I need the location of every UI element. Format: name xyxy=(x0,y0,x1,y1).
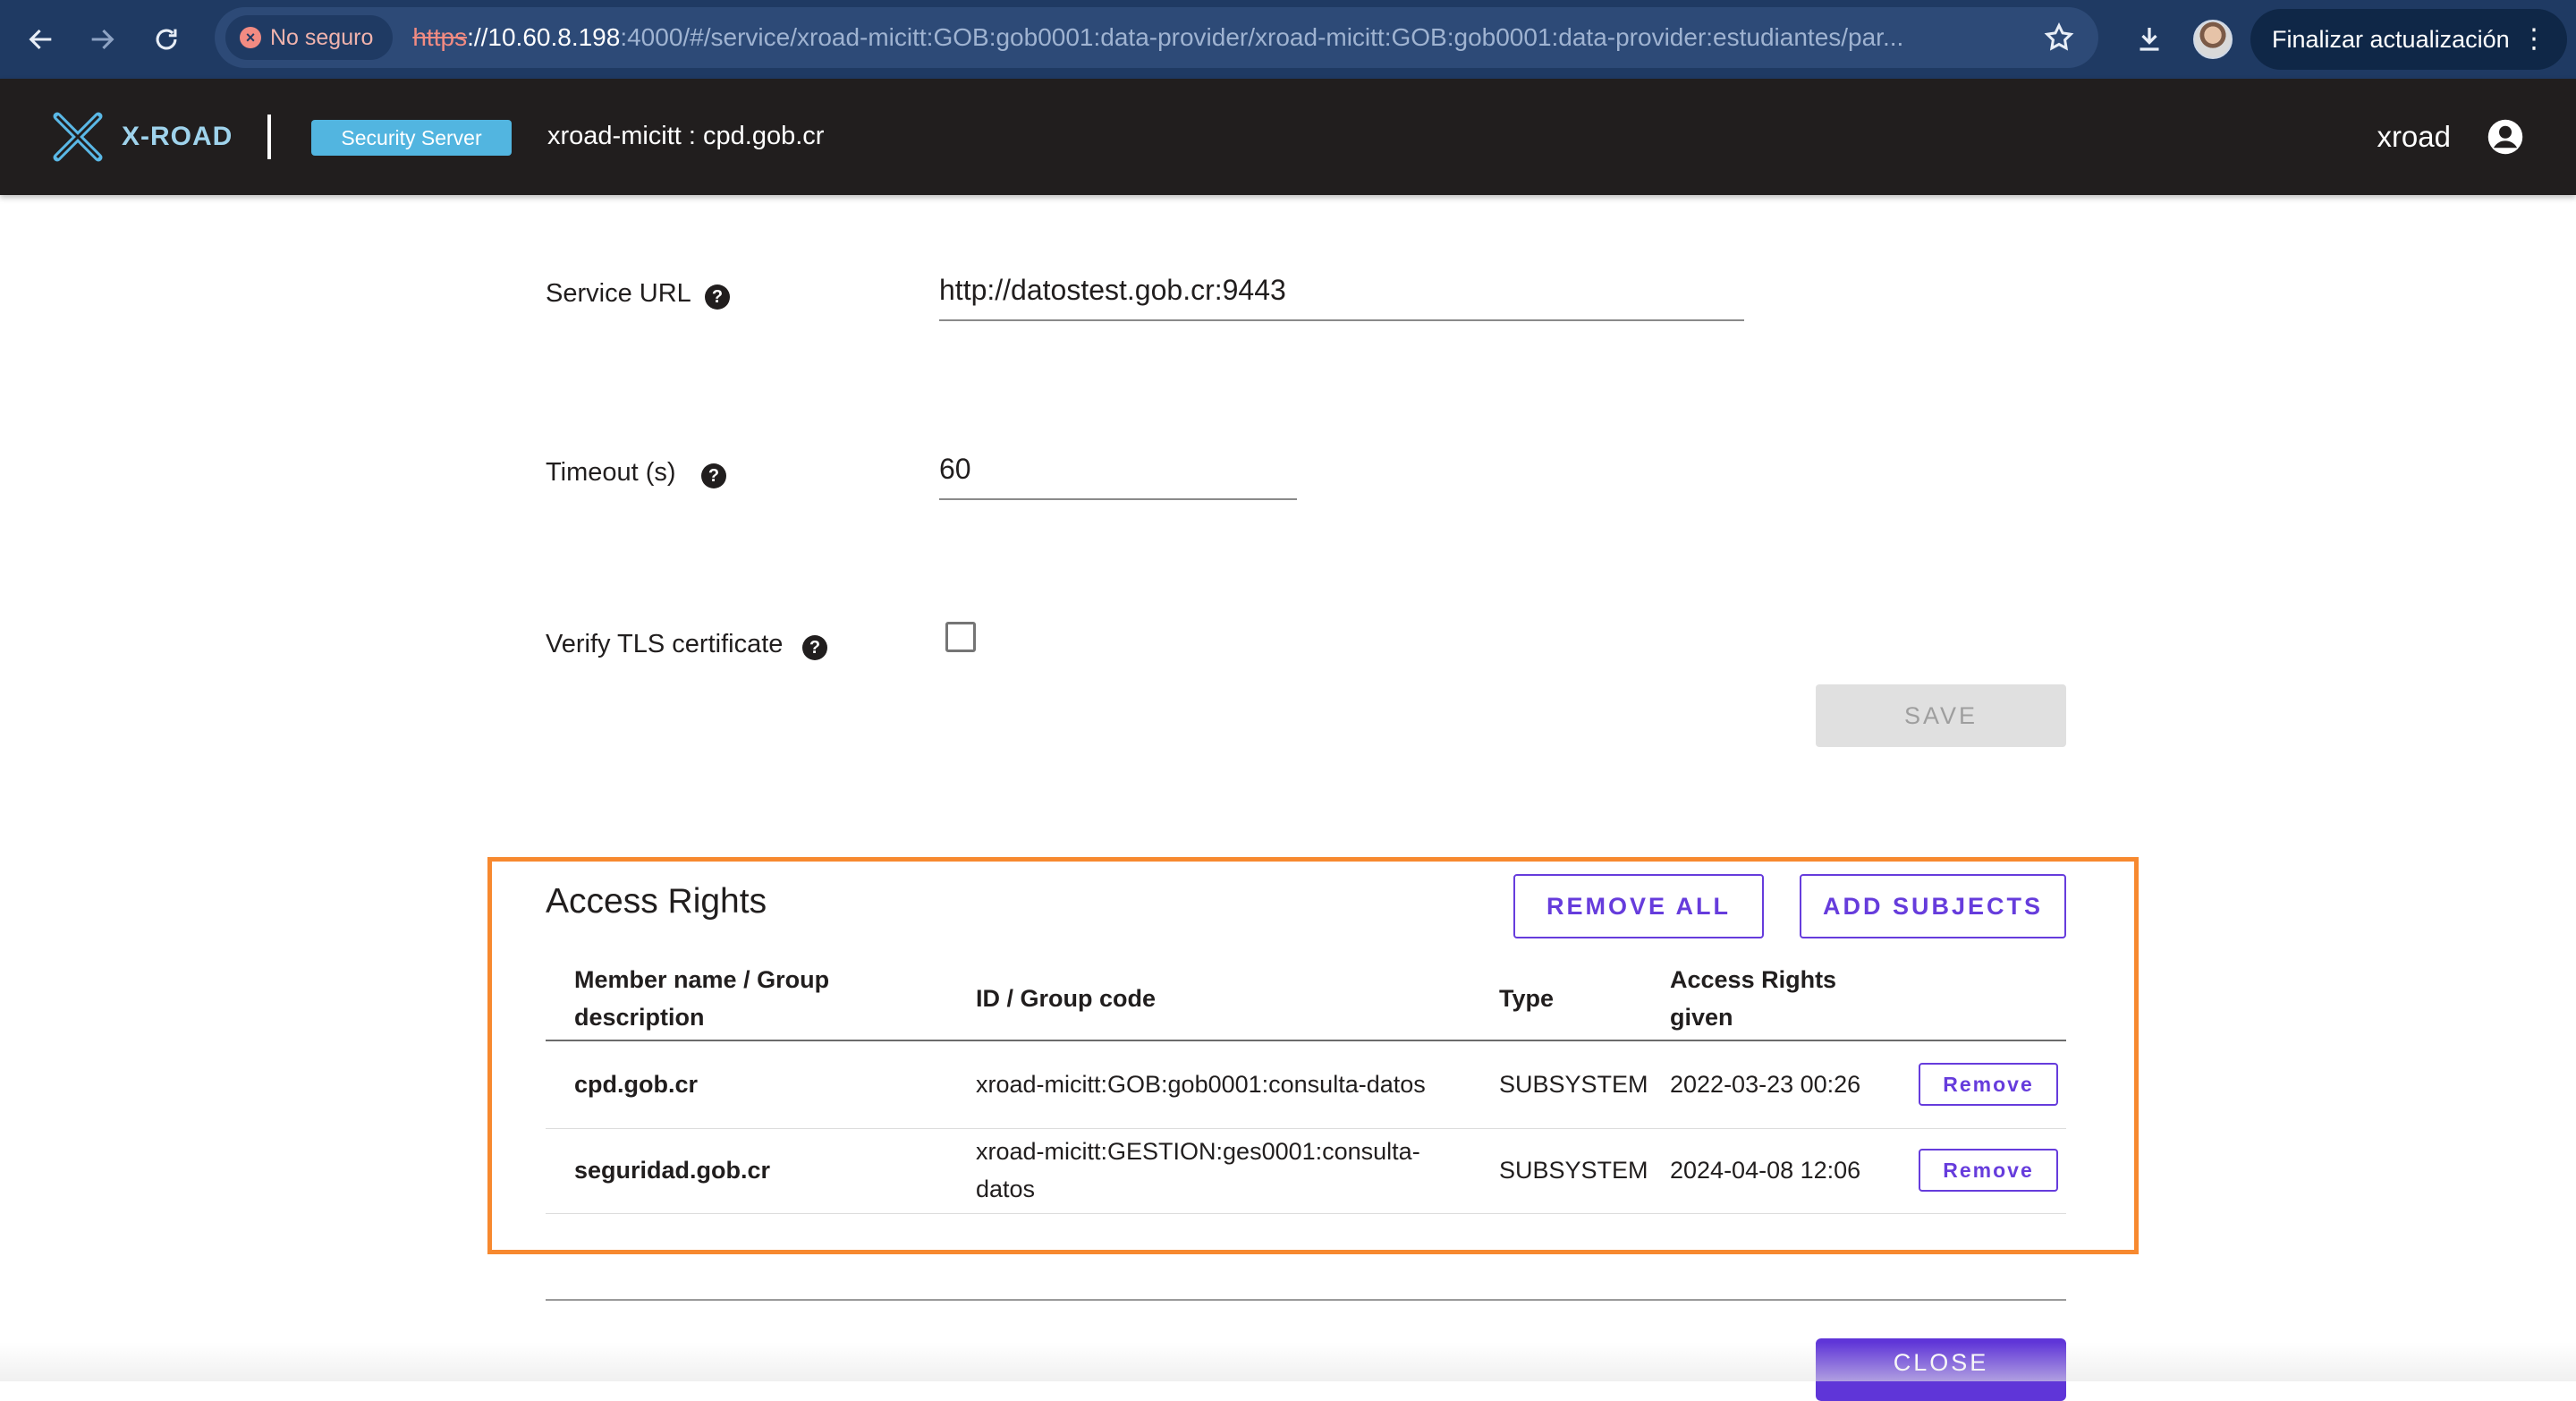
more-vert-icon: ⋮ xyxy=(2521,24,2547,54)
timeout-label: Timeout (s) xyxy=(546,458,676,488)
service-url-label: Service URL xyxy=(546,279,691,309)
remove-row-button[interactable]: Remove xyxy=(1919,1063,2058,1106)
logo-text: X-ROAD xyxy=(122,122,233,151)
help-icon[interactable]: ? xyxy=(705,284,730,310)
row-divider xyxy=(546,1213,2066,1214)
security-server-badge: Security Server xyxy=(311,120,512,156)
row-type: SUBSYSTEM xyxy=(1499,1071,1648,1098)
security-chip[interactable]: × No seguro xyxy=(225,15,394,60)
row-id: xroad-micitt:GOB:gob0001:consulta-datos xyxy=(976,1071,1426,1098)
row-given-date: 2024-04-08 12:06 xyxy=(1670,1157,1861,1184)
close-button[interactable]: CLOSE xyxy=(1816,1338,2066,1401)
service-url-label-text: Service URL xyxy=(546,279,691,308)
profile-avatar[interactable] xyxy=(2193,20,2233,59)
help-icon[interactable]: ? xyxy=(802,635,827,660)
app-header: X-ROAD Security Server xroad-micitt : cp… xyxy=(0,79,2576,195)
browser-toolbar: × No seguro https://10.60.8.198:4000/#/s… xyxy=(0,0,2576,79)
row-member-name: cpd.gob.cr xyxy=(574,1071,699,1098)
bottom-shadow xyxy=(0,1342,2576,1381)
address-bar[interactable]: × No seguro https://10.60.8.198:4000/#/s… xyxy=(215,7,2098,68)
reload-icon[interactable] xyxy=(141,14,191,64)
header-divider xyxy=(267,115,271,159)
column-header-given-line1: Access Rights xyxy=(1670,966,1837,993)
not-secure-icon: × xyxy=(240,27,261,48)
row-type: SUBSYSTEM xyxy=(1499,1157,1648,1184)
timeout-label-text: Timeout (s) xyxy=(546,458,676,487)
remove-all-button[interactable]: REMOVE ALL xyxy=(1513,874,1764,938)
back-arrow-icon[interactable] xyxy=(16,14,66,64)
bookmark-star-icon[interactable] xyxy=(2041,20,2077,55)
verify-tls-checkbox[interactable] xyxy=(945,622,976,652)
timeout-input[interactable] xyxy=(939,453,1297,500)
security-label: No seguro xyxy=(270,24,374,50)
row-id-line2: datos xyxy=(976,1176,1036,1202)
row-member-name: seguridad.gob.cr xyxy=(574,1157,771,1184)
table-header-divider xyxy=(546,1040,2066,1041)
server-name: xroad-micitt : cpd.gob.cr xyxy=(547,122,825,150)
column-header-id[interactable]: ID / Group code xyxy=(976,980,1156,1017)
download-icon[interactable] xyxy=(2127,16,2172,61)
row-id-line1: xroad-micitt:GESTION:ges0001:consulta- xyxy=(976,1138,1420,1165)
column-header-member[interactable]: Member name / Group description xyxy=(574,961,829,1036)
row-divider xyxy=(546,1128,2066,1129)
xroad-logo[interactable]: X-ROAD xyxy=(48,107,233,166)
account-circle-icon[interactable] xyxy=(2487,118,2524,156)
tls-label-text: Verify TLS certificate xyxy=(546,630,784,658)
row-given-date: 2022-03-23 00:26 xyxy=(1670,1071,1861,1098)
help-icon[interactable]: ? xyxy=(701,463,726,488)
forward-arrow-icon[interactable] xyxy=(77,14,127,64)
tls-label: Verify TLS certificate xyxy=(546,630,783,659)
url-scheme: https xyxy=(412,23,468,51)
user-name[interactable]: xroad xyxy=(2377,120,2451,154)
update-button-label: Finalizar actualización xyxy=(2272,25,2510,53)
column-header-type[interactable]: Type xyxy=(1499,980,1554,1017)
remove-row-button[interactable]: Remove xyxy=(1919,1149,2058,1192)
url-host: ://10.60.8.198 xyxy=(467,23,621,51)
access-rights-title: Access Rights xyxy=(546,882,767,921)
save-button[interactable]: SAVE xyxy=(1816,684,2066,747)
column-header-given-line2: given xyxy=(1670,1004,1733,1031)
column-header-member-line2: description xyxy=(574,1004,705,1031)
row-id: xroad-micitt:GESTION:ges0001:consulta- d… xyxy=(976,1133,1420,1208)
service-url-input[interactable] xyxy=(939,274,1744,321)
column-header-member-line1: Member name / Group xyxy=(574,966,830,993)
add-subjects-button[interactable]: ADD SUBJECTS xyxy=(1800,874,2066,938)
column-header-given[interactable]: Access Rights given xyxy=(1670,961,1836,1036)
footer-divider xyxy=(546,1299,2066,1301)
update-button[interactable]: Finalizar actualización ⋮ xyxy=(2250,9,2567,70)
url-path: :4000/#/service/xroad-micitt:GOB:gob0001… xyxy=(620,23,1904,51)
url-text[interactable]: https://10.60.8.198:4000/#/service/xroad… xyxy=(412,23,2004,52)
xroad-logo-icon xyxy=(53,112,103,162)
